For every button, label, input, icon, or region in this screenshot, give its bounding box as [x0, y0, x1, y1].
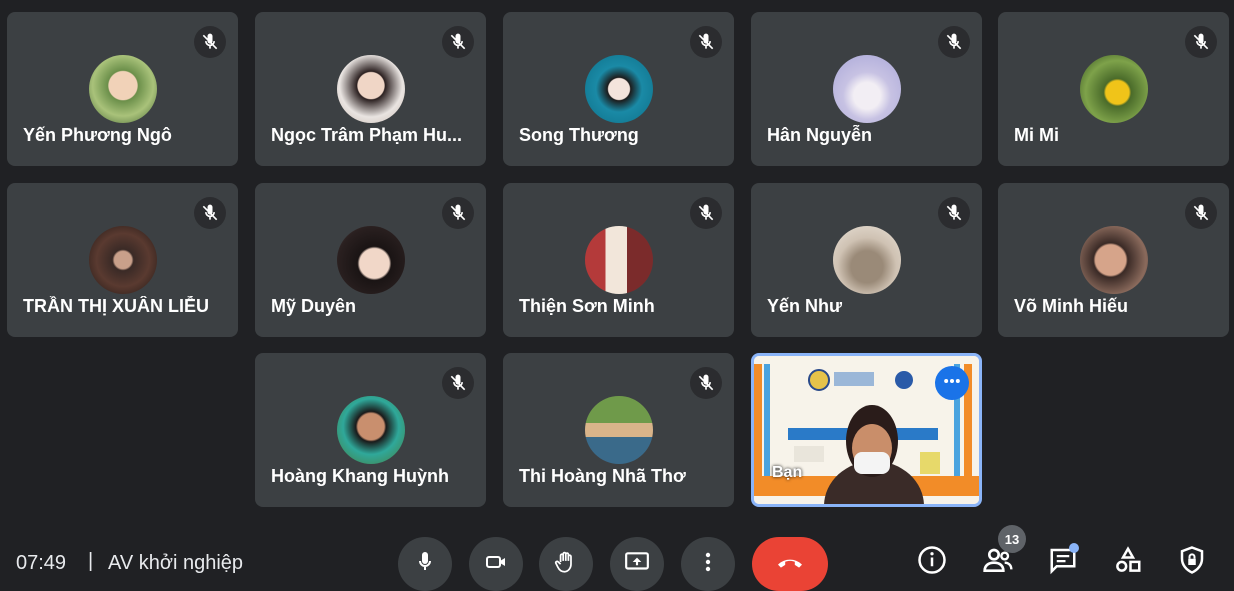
- self-label: Bạn: [772, 464, 803, 481]
- mic-off-icon: [938, 197, 970, 229]
- more-horiz-icon: [942, 371, 962, 396]
- hand-icon: [553, 549, 579, 580]
- participant-name: Yến Phương Ngô: [23, 125, 172, 145]
- participant-tile[interactable]: Võ Minh Hiếu: [998, 183, 1229, 337]
- more-options-button[interactable]: [681, 537, 735, 591]
- raise-hand-button[interactable]: [539, 537, 593, 591]
- present-icon: [624, 549, 650, 580]
- more-vert-icon: [696, 550, 720, 579]
- participant-tile[interactable]: Thi Hoàng Nhã Thơ: [503, 353, 734, 507]
- mic-off-icon: [690, 26, 722, 58]
- info-icon: [917, 545, 947, 580]
- mic-off-icon: [194, 26, 226, 58]
- participant-name: Hân Nguyễn: [767, 125, 873, 145]
- participant-tile[interactable]: Mỹ Duyên: [255, 183, 486, 337]
- participant-tile[interactable]: Yến Như: [751, 183, 982, 337]
- call-end-icon: [774, 546, 806, 583]
- mic-off-icon: [690, 197, 722, 229]
- shapes-icon: [1113, 545, 1143, 580]
- meeting-details-button[interactable]: [914, 544, 950, 580]
- participant-name: Thi Hoàng Nhã Thơ: [519, 466, 686, 486]
- participant-name: Yến Như: [767, 296, 843, 316]
- participant-tile[interactable]: Song Thương: [503, 12, 734, 166]
- leave-call-button[interactable]: [752, 537, 828, 591]
- participant-tile[interactable]: Yến Phương Ngô: [7, 12, 238, 166]
- participant-tile[interactable]: Ngọc Trâm Phạm Hu...: [255, 12, 486, 166]
- self-video-tile[interactable]: Bạn: [751, 353, 982, 507]
- mic-off-icon: [938, 26, 970, 58]
- meeting-name: AV khởi nghiệp: [108, 552, 244, 574]
- participant-name: Hoàng Khang Huỳnh: [271, 466, 449, 486]
- avatar: [336, 226, 405, 294]
- mic-off-icon: [442, 367, 474, 399]
- mic-off-icon: [442, 26, 474, 58]
- bottom-toolbar: 07:49 | AV khởi nghiệp 13: [0, 525, 1234, 591]
- participant-tile[interactable]: Hoàng Khang Huỳnh: [255, 353, 486, 507]
- mic-off-icon: [1185, 197, 1217, 229]
- activities-button[interactable]: [1110, 544, 1146, 580]
- present-screen-button[interactable]: [610, 537, 664, 591]
- participant-name: Ngọc Trâm Phạm Hu...: [271, 125, 463, 145]
- camera-button[interactable]: [469, 537, 523, 591]
- avatar: [336, 396, 405, 464]
- avatar: [584, 396, 653, 464]
- host-controls-button[interactable]: [1174, 544, 1210, 580]
- participant-tile[interactable]: TRẦN THỊ XUÂN LIỄU: [7, 183, 238, 337]
- participant-tile[interactable]: Hân Nguyễn: [751, 12, 982, 166]
- participant-tile[interactable]: Thiện Sơn Minh: [503, 183, 734, 337]
- participant-name: Mỹ Duyên: [271, 296, 357, 316]
- participant-name: Mi Mi: [1014, 125, 1059, 145]
- mic-icon: [413, 550, 437, 579]
- avatar: [1079, 55, 1148, 123]
- participant-name: Thiện Sơn Minh: [519, 296, 655, 316]
- separator: |: [88, 550, 94, 572]
- shield-lock-icon: [1177, 545, 1207, 580]
- participant-tile[interactable]: Mi Mi: [998, 12, 1229, 166]
- avatar: [832, 226, 901, 294]
- microphone-button[interactable]: [398, 537, 452, 591]
- participant-name: Võ Minh Hiếu: [1014, 296, 1128, 316]
- mic-off-icon: [194, 197, 226, 229]
- avatar: [88, 226, 157, 294]
- avatar: [336, 55, 405, 123]
- mic-off-icon: [442, 197, 474, 229]
- participant-name: TRẦN THỊ XUÂN LIỄU: [23, 296, 209, 316]
- avatar: [88, 55, 157, 123]
- mic-off-icon: [690, 367, 722, 399]
- people-count-badge: 13: [998, 525, 1026, 553]
- participant-name: Song Thương: [519, 125, 639, 145]
- avatar: [584, 226, 653, 294]
- meeting-time: 07:49: [16, 552, 67, 574]
- chat-notification-dot: [1069, 543, 1079, 553]
- avatar: [1079, 226, 1148, 294]
- avatar: [832, 55, 901, 123]
- avatar: [584, 55, 653, 123]
- videocam-icon: [484, 550, 508, 579]
- more-options-button[interactable]: [935, 366, 969, 400]
- mic-off-icon: [1185, 26, 1217, 58]
